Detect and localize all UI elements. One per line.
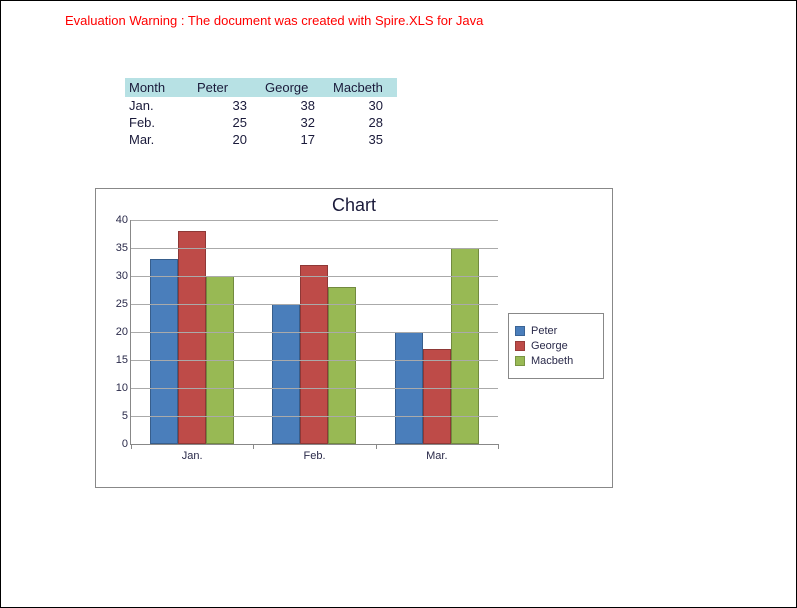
data-table: Month Peter George Macbeth Jan.333830Feb… [125,78,397,148]
y-tick-label: 30 [116,270,128,282]
y-tick-label: 40 [116,214,128,226]
chart-body: 0510152025303540 Jan.Feb.Mar. PeterGeorg… [104,220,604,472]
grid-line [131,248,498,249]
legend-label: Peter [531,325,557,337]
cell-value: 33 [193,97,261,114]
cell-value: 30 [329,97,397,114]
bar [423,349,451,444]
table-header-row: Month Peter George Macbeth [125,78,397,97]
grid-line [131,360,498,361]
legend-swatch [515,326,525,336]
bar [178,231,206,444]
legend-label: Macbeth [531,355,573,367]
legend-swatch [515,356,525,366]
evaluation-warning: Evaluation Warning : The document was cr… [65,13,766,28]
cell-value: 17 [261,131,329,148]
grid-line [131,332,498,333]
x-tick-mark [131,444,132,449]
chart-container: Chart 0 5 10 15 20 25 30 35 40 Jan.Feb.Mar. Pete… [95,188,613,488]
grid-line [131,220,498,221]
cell-value: 32 [261,114,329,131]
legend-item: George [515,340,597,352]
bar [451,248,479,444]
chart-title: Chart [104,195,604,216]
cell-value: 20 [193,131,261,148]
document-page: Evaluation Warning : The document was cr… [0,0,797,608]
legend-item: Peter [515,325,597,337]
y-tick-label: 5 [122,410,128,422]
y-tick-label: 35 [116,242,128,254]
cell-value: 35 [329,131,397,148]
bar [300,265,328,444]
plot-zone: 0510152025303540 Jan.Feb.Mar. [104,220,498,472]
cell-value: 28 [329,114,397,131]
y-tick-label: 20 [116,326,128,338]
table-row: Jan.333830 [125,97,397,114]
grid-line [131,276,498,277]
grid-line [131,416,498,417]
y-tick-label: 15 [116,354,128,366]
grid-line [131,304,498,305]
col-header: Macbeth [329,78,397,97]
col-header: Peter [193,78,261,97]
x-tick-mark [376,444,377,449]
legend: Peter George Macbeth [508,313,604,379]
bar [328,287,356,444]
table-row: Feb.253228 [125,114,397,131]
plot-area: Jan.Feb.Mar. [130,220,498,445]
x-ticks [131,444,498,449]
row-label: Feb. [125,114,193,131]
grid-line [131,388,498,389]
row-label: Jan. [125,97,193,114]
row-label: Mar. [125,131,193,148]
x-tick-mark [253,444,254,449]
y-tick-label: 10 [116,382,128,394]
bar [272,304,300,444]
cell-value: 38 [261,97,329,114]
x-tick-mark [498,444,499,449]
cell-value: 25 [193,114,261,131]
legend-label: George [531,340,568,352]
legend-swatch [515,341,525,351]
y-tick-label: 0 [122,438,128,450]
y-tick-label: 25 [116,298,128,310]
col-header: Month [125,78,193,97]
col-header: George [261,78,329,97]
legend-item: Macbeth [515,355,597,367]
table-row: Mar.201735 [125,131,397,148]
y-axis: 0510152025303540 [104,220,130,444]
